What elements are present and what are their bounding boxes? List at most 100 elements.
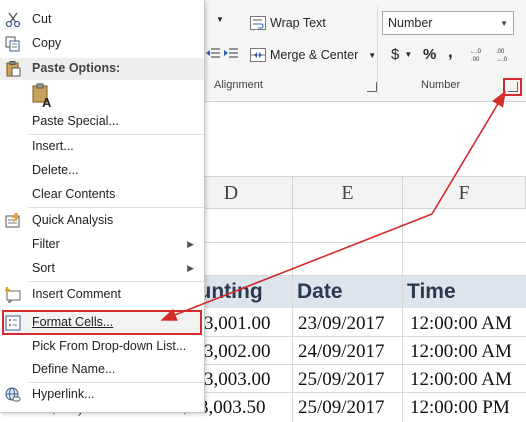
submenu-arrow-icon: ▶ (187, 239, 194, 249)
pick-from-list-label: Pick From Drop-down List... (32, 339, 187, 353)
menu-item-quick-analysis[interactable]: Quick Analysis (0, 210, 204, 232)
alignment-launcher-icon[interactable] (367, 82, 377, 92)
group-divider (377, 6, 378, 94)
menu-item-insert-comment[interactable]: Insert Comment (0, 284, 204, 306)
menu-item-paste-special[interactable]: Paste Special... (0, 111, 204, 133)
currency-symbol: $ (391, 46, 400, 63)
svg-text:A: A (42, 95, 52, 109)
column-e-label: E (341, 182, 354, 204)
decrease-decimal-icon: .00→.0 (496, 49, 508, 62)
menu-separator (28, 382, 204, 383)
launcher-highlight-box (503, 78, 522, 96)
column-f-label: F (458, 182, 470, 204)
context-menu: Cut Copy Paste Options: A Paste Special.… (0, 0, 205, 413)
menu-item-pick-from-list[interactable]: Pick From Drop-down List... (0, 336, 204, 358)
percent-button[interactable]: % (423, 46, 436, 63)
table-cell[interactable]: 24/09/2017 (298, 338, 402, 366)
increase-decimal-icon: ←.0.00 (470, 49, 482, 62)
menu-item-clear-contents[interactable]: Clear Contents (0, 184, 204, 206)
menu-item-copy[interactable]: Copy (0, 33, 204, 55)
comma-style-button[interactable]: , (448, 42, 453, 62)
hyperlink-icon (5, 387, 21, 402)
merge-center-icon (250, 48, 266, 62)
copy-icon (5, 36, 20, 52)
svg-text:.00: .00 (471, 57, 480, 62)
format-cells-icon (5, 315, 21, 331)
table-cell[interactable]: 23/09/2017 (298, 310, 402, 338)
orientation-dropdown-icon: ▼ (216, 15, 224, 24)
table-cell[interactable]: 25/09/2017 (298, 394, 402, 422)
table-header-time[interactable]: Time (403, 276, 526, 308)
clear-contents-label: Clear Contents (32, 187, 116, 201)
table-cell[interactable]: 12:00:00 AM (410, 338, 526, 366)
gridline (402, 209, 403, 422)
paste-special-label: Paste Special... (32, 114, 119, 128)
decrease-indent-icon (206, 48, 220, 58)
number-format-select[interactable]: Number ▼ (382, 11, 514, 35)
wrap-text-icon (250, 16, 266, 30)
decrease-indent-button[interactable] (206, 47, 220, 59)
merge-dropdown-icon[interactable]: ▼ (368, 51, 376, 60)
scissors-icon (5, 12, 21, 28)
insert-comment-label: Insert Comment (32, 287, 121, 301)
number-format-value: Number (388, 16, 433, 30)
table-cell[interactable]: 12:00:00 AM (410, 310, 526, 338)
menu-item-insert[interactable]: Insert... (0, 136, 204, 158)
paste-options-label: Paste Options: (32, 61, 121, 75)
table-cell[interactable]: 3,002.00 (204, 338, 292, 366)
paste-options-header: Paste Options: (0, 58, 204, 80)
table-cell[interactable]: 3,003.00 (204, 366, 292, 394)
wrap-text-button[interactable]: Wrap Text (250, 16, 326, 30)
menu-separator (28, 207, 204, 208)
hyperlink-label: Hyperlink... (32, 387, 95, 401)
column-header-e[interactable]: E (293, 177, 403, 209)
gridline (292, 209, 293, 422)
table-cell[interactable]: 12:00:00 AM (410, 366, 526, 394)
currency-dropdown-icon: ▼ (404, 50, 413, 59)
sort-label: Sort (32, 261, 55, 275)
format-cells-label: Format Cells... (32, 315, 114, 329)
menu-item-filter[interactable]: Filter ▶ (0, 234, 204, 256)
header-date-text: Date (297, 280, 343, 303)
increase-decimal-button[interactable]: ←.0.00 (470, 46, 488, 62)
currency-button[interactable]: $ ▼ (391, 46, 412, 63)
paste-values-button[interactable]: A (28, 83, 56, 111)
menu-item-cut[interactable]: Cut (0, 9, 204, 31)
paste-clipboard-a-icon: A (32, 83, 52, 109)
merge-center-button[interactable]: Merge & Center ▼ (250, 48, 376, 62)
table-cell[interactable]: 12:00:00 PM (410, 394, 526, 422)
menu-item-sort[interactable]: Sort ▶ (0, 258, 204, 280)
table-header-date[interactable]: Date (293, 276, 402, 308)
comma-symbol: , (448, 42, 453, 61)
svg-text:.00: .00 (496, 49, 505, 55)
alignment-group-label: Alignment (214, 79, 263, 91)
table-cell[interactable]: 3,001.00 (204, 310, 292, 338)
chevron-down-icon: ▼ (500, 19, 508, 28)
insert-comment-icon (5, 287, 21, 303)
increase-indent-icon (224, 48, 238, 58)
column-d-label: D (223, 182, 239, 204)
wrap-text-label: Wrap Text (270, 16, 326, 30)
menu-item-hyperlink[interactable]: Hyperlink... (0, 384, 204, 406)
merge-center-label: Merge & Center (270, 48, 359, 62)
clipboard-icon (6, 61, 21, 77)
menu-item-delete[interactable]: Delete... (0, 160, 204, 182)
submenu-arrow-icon: ▶ (187, 263, 194, 273)
percent-symbol: % (423, 46, 437, 63)
column-header-f[interactable]: F (403, 177, 526, 209)
insert-label: Insert... (32, 139, 74, 153)
orientation-button[interactable]: ▼ (206, 15, 224, 24)
copy-label: Copy (32, 36, 62, 50)
header-time-text: Time (407, 280, 456, 303)
filter-label: Filter (32, 237, 60, 251)
menu-item-define-name[interactable]: Define Name... (0, 359, 204, 381)
menu-item-format-cells[interactable]: Format Cells... (0, 312, 204, 334)
menu-separator (28, 281, 204, 282)
number-group-label: Number (421, 79, 461, 91)
svg-text:←.0: ←.0 (470, 49, 482, 55)
increase-indent-button[interactable] (224, 47, 238, 59)
table-cell[interactable]: 25/09/2017 (298, 366, 402, 394)
decrease-decimal-button[interactable]: .00 →.0 (496, 46, 514, 62)
define-name-label: Define Name... (32, 362, 116, 376)
delete-label: Delete... (32, 163, 79, 177)
